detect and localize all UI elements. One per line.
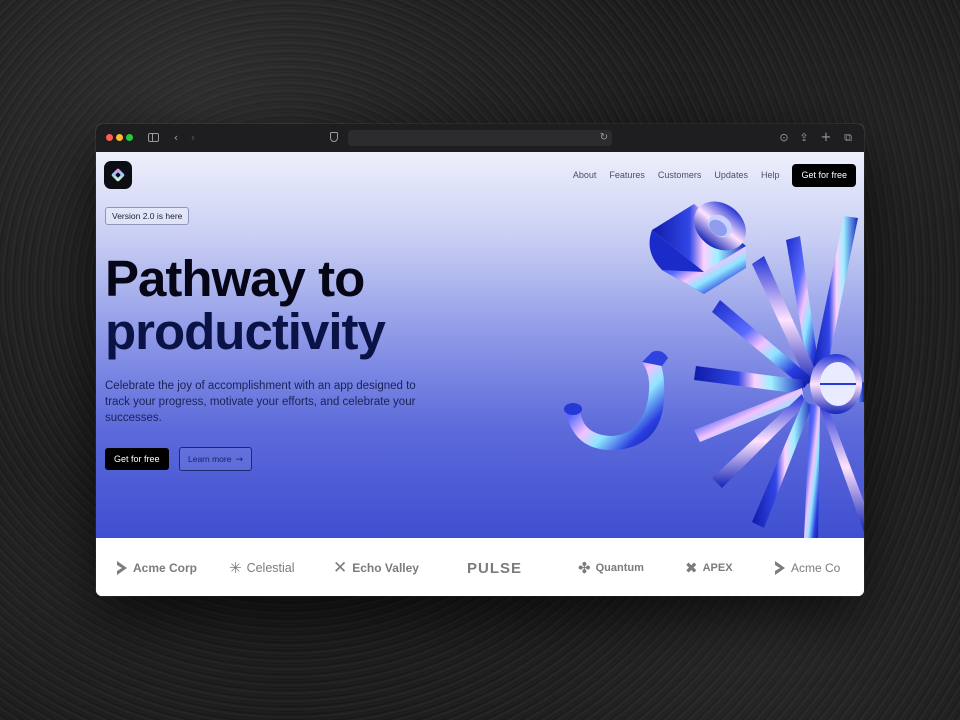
logo-name: PULSE	[467, 559, 523, 577]
hero-section: About Features Customers Updates Help Ge…	[96, 152, 864, 538]
zoom-window-button[interactable]	[126, 134, 133, 141]
logo-name: Acme Corp	[133, 561, 198, 575]
hero-headline: Pathway to productivity	[105, 250, 386, 360]
logo-name: APEX	[702, 562, 733, 574]
logo-name: Quantum	[595, 562, 644, 574]
logo-acme-co: Acme Co	[774, 560, 840, 576]
privacy-shield-icon[interactable]	[330, 132, 338, 142]
nav-link-updates[interactable]: Updates	[714, 170, 748, 180]
nav-link-customers[interactable]: Customers	[658, 170, 702, 180]
logo-apex: ✖ APEX	[685, 559, 733, 577]
back-icon[interactable]: ‹	[168, 130, 184, 146]
apex-logo-icon: ✖	[685, 559, 698, 577]
sidebar-toggle-icon[interactable]	[148, 133, 159, 142]
reload-icon[interactable]: ↻	[596, 130, 612, 146]
downloads-icon[interactable]: ⊙	[776, 130, 792, 146]
quantum-logo-icon: ✤	[578, 559, 591, 577]
learn-more-label: Learn more	[188, 454, 232, 464]
logo-pulse: PULSE	[467, 559, 523, 577]
logo-celestial: ✳ Celestial	[229, 559, 295, 577]
diamond-logo-icon	[110, 167, 126, 183]
customer-logos-strip: Acme Corp ✳ Celestial ✕ Echo Valley PULS…	[96, 538, 864, 596]
new-tab-icon[interactable]: +	[818, 130, 834, 146]
nav-link-help[interactable]: Help	[761, 170, 780, 180]
top-nav: About Features Customers Updates Help Ge…	[573, 163, 856, 187]
version-badge[interactable]: Version 2.0 is here	[105, 207, 190, 225]
minimize-window-button[interactable]	[116, 134, 123, 141]
arc-shape	[564, 350, 668, 451]
arrow-right-icon: →	[235, 455, 244, 465]
headline-line-1: Pathway to	[105, 250, 365, 307]
learn-more-button[interactable]: Learn more →	[179, 447, 253, 471]
address-bar[interactable]: ↻	[348, 130, 612, 146]
logo-name: Echo Valley	[352, 561, 419, 575]
logo-quantum: ✤ Quantum	[578, 559, 644, 577]
acme-corp-logo-icon	[775, 561, 785, 575]
get-for-free-button[interactable]: Get for free	[105, 448, 169, 470]
close-window-button[interactable]	[106, 134, 113, 141]
acme-corp-logo-icon	[117, 561, 127, 575]
tab-overview-icon[interactable]: ⧉	[840, 130, 856, 146]
tube-shape	[649, 201, 746, 294]
headline-line-2: productivity	[105, 303, 386, 360]
echo-valley-logo-icon: ✕	[333, 558, 348, 578]
logo-echo-valley: ✕ Echo Valley	[333, 558, 419, 578]
logo-name: Acme Co	[791, 561, 841, 575]
nav-link-about[interactable]: About	[573, 170, 597, 180]
browser-toolbar: ‹ › ↻ ⊙ ⇪ + ⧉	[96, 124, 864, 153]
hero-subtitle: Celebrate the joy of accomplishment with…	[105, 380, 416, 424]
logo-name: Celestial	[246, 561, 295, 575]
logo-acme-corp: Acme Corp	[116, 560, 197, 576]
web-page: About Features Customers Updates Help Ge…	[96, 152, 864, 596]
share-icon[interactable]: ⇪	[796, 130, 812, 146]
forward-icon[interactable]: ›	[185, 130, 201, 146]
celestial-logo-icon: ✳	[229, 559, 242, 577]
nav-link-features[interactable]: Features	[609, 170, 645, 180]
app-logo[interactable]	[104, 161, 132, 189]
nav-get-for-free-button[interactable]: Get for free	[792, 163, 856, 187]
browser-window: ‹ › ↻ ⊙ ⇪ + ⧉ About Features Customers U…	[96, 124, 864, 596]
